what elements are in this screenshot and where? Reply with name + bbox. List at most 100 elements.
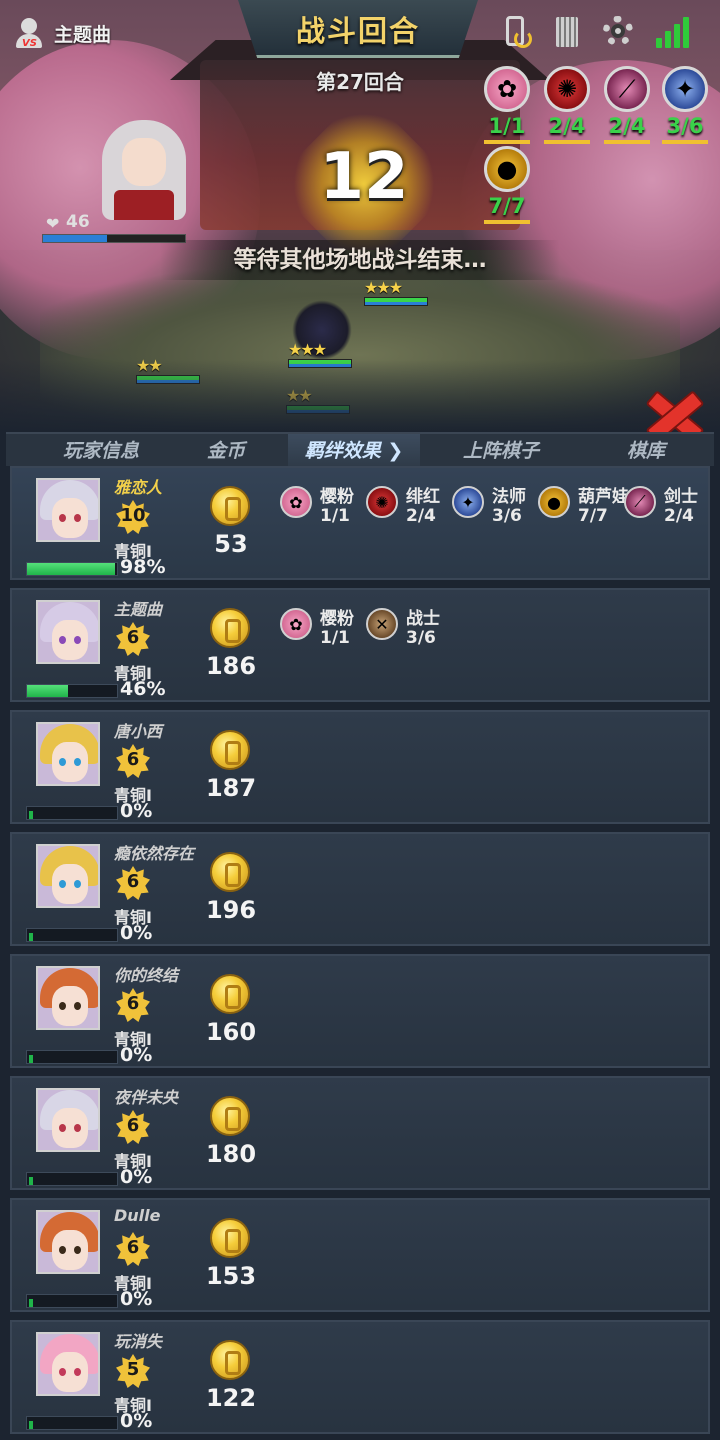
field-synergy-count: 7/7 bbox=[488, 194, 526, 218]
sync-phone-icon[interactable] bbox=[500, 14, 534, 50]
gold-coin-icon bbox=[210, 1218, 250, 1258]
level-badge: 6 bbox=[116, 622, 150, 656]
level-badge: 10 bbox=[116, 500, 150, 534]
synergy-list bbox=[280, 724, 710, 784]
tab-deployed-pieces[interactable]: 上阵棋子 bbox=[436, 434, 566, 468]
player-name: Dulle bbox=[114, 1206, 161, 1225]
synergy-count: 2/4 bbox=[406, 506, 436, 526]
synergy-count: 3/6 bbox=[492, 506, 522, 526]
gear-icon[interactable] bbox=[600, 14, 634, 50]
status-message: 等待其他场地战斗结束… bbox=[160, 240, 560, 280]
synergy-item[interactable]: ✦ 法师 3/6 bbox=[452, 480, 538, 536]
field-synergy[interactable]: ✺ 2/4 bbox=[542, 66, 592, 146]
tab-piece-pool[interactable]: 棋库 bbox=[606, 434, 686, 468]
player-row[interactable]: 瘾依然存在 6 青铜I 0% 196 bbox=[10, 832, 710, 946]
field-synergy-underline bbox=[662, 140, 708, 144]
avatar[interactable] bbox=[36, 966, 100, 1030]
avatar[interactable] bbox=[36, 1210, 100, 1274]
tab-synergy[interactable]: 羁绊效果 ❯ bbox=[288, 434, 420, 468]
level-badge: 5 bbox=[116, 1354, 150, 1388]
xp-percent: 0% bbox=[120, 1410, 153, 1432]
player-row[interactable]: 唐小西 6 青铜I 0% 187 bbox=[10, 710, 710, 824]
tab-gold[interactable]: 金币 bbox=[186, 434, 266, 468]
field-synergy[interactable]: ● 7/7 bbox=[482, 146, 532, 226]
mage-icon: ✦ bbox=[452, 486, 484, 518]
synergy-label: 樱粉 bbox=[320, 609, 354, 629]
player-name: 唐小西 bbox=[114, 722, 163, 741]
vs-player-icon: VS bbox=[14, 16, 44, 50]
player-name: 雅恋人 bbox=[114, 478, 163, 497]
sakura-icon: ✿ bbox=[484, 66, 530, 112]
synergy-item[interactable]: ✕ 战士 3/6 bbox=[366, 602, 452, 658]
xp-bar bbox=[26, 684, 118, 698]
xp-bar bbox=[26, 1416, 118, 1430]
avatar[interactable] bbox=[36, 1088, 100, 1152]
card-book-icon[interactable] bbox=[550, 14, 584, 50]
current-player-name: 主题曲 bbox=[54, 23, 112, 46]
level-value: 6 bbox=[126, 1115, 140, 1136]
mage-icon: ✦ bbox=[662, 66, 708, 112]
xp-percent: 0% bbox=[120, 1288, 153, 1310]
avatar[interactable] bbox=[36, 844, 100, 908]
phase-title-banner: 战斗回合 bbox=[238, 0, 478, 58]
countdown-timer: 12 bbox=[319, 140, 409, 214]
gold-amount: 153 bbox=[205, 1262, 257, 1290]
synergy-item[interactable]: ✿ 樱粉 1/1 bbox=[280, 480, 366, 536]
xp-percent: 0% bbox=[120, 922, 153, 944]
level-value: 6 bbox=[126, 627, 140, 648]
field-synergy[interactable]: ⟋ 2/4 bbox=[602, 66, 652, 146]
sakura-icon: ✿ bbox=[280, 486, 312, 518]
level-badge: 6 bbox=[116, 988, 150, 1022]
player-row[interactable]: 主题曲 6 青铜I 46% 186 ✿ 樱粉 1/1 ✕ 战士 3/6 bbox=[10, 588, 710, 702]
avatar[interactable] bbox=[36, 600, 100, 664]
player-row[interactable]: 夜伴未央 6 青铜I 0% 180 bbox=[10, 1076, 710, 1190]
info-tabs: 玩家信息 金币 羁绊效果 ❯ 上阵棋子 棋库 bbox=[6, 432, 714, 468]
gold-coin-icon bbox=[210, 852, 250, 892]
gold-coin-icon bbox=[210, 608, 250, 648]
tab-player-info[interactable]: 玩家信息 bbox=[26, 434, 176, 468]
synergy-list bbox=[280, 846, 710, 906]
synergy-label: 绯红 bbox=[406, 487, 440, 507]
synergy-item[interactable]: ✺ 绯红 2/4 bbox=[366, 480, 452, 536]
field-synergy[interactable]: ✿ 1/1 bbox=[482, 66, 532, 146]
unit-health-bar bbox=[364, 297, 428, 306]
avatar[interactable] bbox=[36, 478, 100, 542]
synergy-count: 7/7 bbox=[578, 506, 608, 526]
gold-amount: 180 bbox=[205, 1140, 257, 1168]
xp-percent: 46% bbox=[120, 678, 166, 700]
synergy-list bbox=[280, 968, 710, 1028]
gold-coin-icon bbox=[210, 1340, 250, 1380]
xp-percent: 98% bbox=[120, 556, 166, 578]
current-player-label[interactable]: VS 主题曲 bbox=[14, 14, 111, 52]
xp-bar bbox=[26, 1294, 118, 1308]
gold-coin-icon bbox=[210, 486, 250, 526]
player-row[interactable]: 雅恋人 10 青铜I 98% 53 ✿ 樱粉 1/1 ✺ 绯红 2/4 ✦ 法师… bbox=[10, 466, 710, 580]
player-name: 你的终结 bbox=[114, 966, 179, 985]
synergy-list: ✿ 樱粉 1/1 ✺ 绯红 2/4 ✦ 法师 3/6 ● 葫芦娃 7/7 ⟋ 剑… bbox=[280, 480, 710, 540]
field-unit[interactable]: ★★★ bbox=[364, 278, 428, 306]
avatar[interactable] bbox=[36, 722, 100, 786]
gold-coin-icon bbox=[210, 974, 250, 1014]
synergy-label: 樱粉 bbox=[320, 487, 354, 507]
level-badge: 6 bbox=[116, 866, 150, 900]
synergy-list bbox=[280, 1334, 710, 1394]
field-synergy-count: 2/4 bbox=[608, 114, 646, 138]
synergy-item[interactable]: ✿ 樱粉 1/1 bbox=[280, 602, 366, 658]
field-synergy[interactable]: ✦ 3/6 bbox=[660, 66, 710, 146]
synergy-item[interactable]: ⟋ 剑士 2/4 bbox=[624, 480, 710, 536]
xp-bar bbox=[26, 806, 118, 820]
synergy-count: 1/1 bbox=[320, 628, 350, 648]
field-synergy-count: 2/4 bbox=[548, 114, 586, 138]
player-row[interactable]: 你的终结 6 青铜I 0% 160 bbox=[10, 954, 710, 1068]
player-row[interactable]: Dulle 6 青铜I 0% 153 bbox=[10, 1198, 710, 1312]
round-number: 第27回合 bbox=[316, 70, 404, 94]
synergy-list bbox=[280, 1090, 710, 1150]
synergy-item[interactable]: ● 葫芦娃 7/7 bbox=[538, 480, 629, 536]
synergy-count: 2/4 bbox=[664, 506, 694, 526]
avatar[interactable] bbox=[36, 1332, 100, 1396]
gourd-icon: ● bbox=[484, 146, 530, 192]
xp-bar bbox=[26, 928, 118, 942]
crimson-icon: ✺ bbox=[544, 66, 590, 112]
crimson-icon: ✺ bbox=[366, 486, 398, 518]
player-row[interactable]: 玩消失 5 青铜I 0% 122 bbox=[10, 1320, 710, 1434]
